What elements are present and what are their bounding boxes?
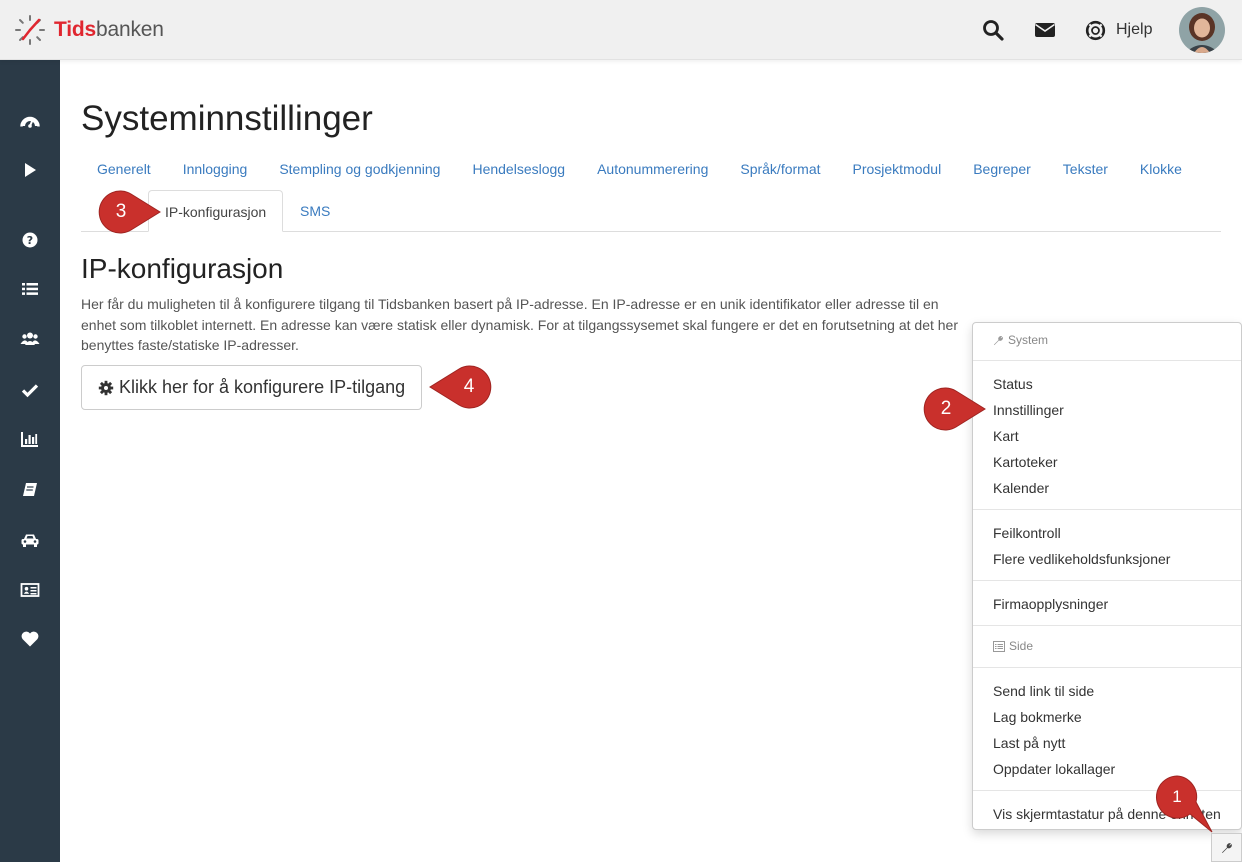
section-title: IP-konfigurasjon [81,253,284,284]
annotation-pin-4: 4 [420,364,492,410]
system-dropdown-menu: System Status Innstillinger Kart Kartote… [972,322,1242,830]
annotation-pin-2: 2 [923,386,995,432]
heart-icon[interactable] [20,629,40,649]
id-card-icon[interactable] [20,580,40,600]
menu-item-kalender[interactable]: Kalender [993,480,1049,496]
menu-item-vedlikeholdsfunksjoner[interactable]: Flere vedlikeholdsfunksjoner [993,551,1170,567]
menu-item-kart[interactable]: Kart [993,428,1019,444]
help-link[interactable]: Hjelp [1085,18,1152,42]
envelope-icon[interactable] [1033,18,1057,42]
avatar-image [1179,7,1225,53]
configure-button-label: Klikk her for å konfigurere IP-tilgang [119,377,406,397]
dropdown-header-system: System [993,333,1048,347]
annotation-pin-1: 1 [1154,774,1218,838]
dashboard-icon[interactable] [20,112,40,132]
book-icon[interactable] [20,480,40,500]
menu-item-lag-bokmerke[interactable]: Lag bokmerke [993,709,1082,725]
tab-sms[interactable]: SMS [284,190,346,219]
logo-text: Tidsbanken [54,18,164,41]
sidebar: ? [0,60,60,862]
menu-item-oppdater-lokallager[interactable]: Oppdater lokallager [993,761,1115,777]
help-icon[interactable]: ? [20,230,40,250]
section-description: Her får du muligheten til å konfigurere … [81,296,958,353]
dropdown-header-side: Side [993,639,1033,653]
tab-tekster[interactable]: Tekster [1047,150,1124,188]
gear-icon [98,380,114,395]
play-icon[interactable] [20,160,40,180]
menu-item-feilkontroll[interactable]: Feilkontroll [993,525,1061,541]
tab-begreper[interactable]: Begreper [957,150,1047,188]
menu-item-kartoteker[interactable]: Kartoteker [993,454,1058,470]
svg-text:?: ? [27,234,33,247]
tab-sprak-format[interactable]: Språk/format [724,150,836,188]
tab-hendelseslogg[interactable]: Hendelseslogg [456,150,581,188]
tab-klokke[interactable]: Klokke [1124,150,1198,188]
settings-tabs: Generelt Innlogging Stempling og godkjen… [81,150,1198,188]
tab-autonummerering[interactable]: Autonummerering [581,150,724,188]
page-title: Systeminnstillinger [81,99,373,138]
wrench-icon [1221,842,1232,853]
tidsbanken-logo[interactable]: Tidsbanken [14,13,164,47]
dropdown-divider [973,580,1241,581]
check-icon[interactable] [20,380,40,400]
help-label: Hjelp [1116,21,1153,38]
tab-prosjektmodul[interactable]: Prosjektmodul [837,150,958,188]
dropdown-divider [973,360,1241,361]
search-icon[interactable] [981,18,1005,42]
user-avatar[interactable] [1179,7,1225,53]
car-icon[interactable] [20,530,40,550]
users-icon[interactable] [20,329,40,349]
dropdown-divider [973,667,1241,668]
tab-innlogging[interactable]: Innlogging [167,150,264,188]
configure-ip-access-button[interactable]: Klikk her for å konfigurere IP-tilgang [81,365,422,410]
clock-logo-icon [15,15,45,45]
menu-item-send-link[interactable]: Send link til side [993,683,1094,699]
menu-item-status[interactable]: Status [993,376,1033,392]
dropdown-divider [973,509,1241,510]
annotation-pin-3: 3 [98,189,170,235]
wrench-icon [993,335,1003,345]
bar-chart-icon[interactable] [20,429,40,449]
menu-item-firmaopplysninger[interactable]: Firmaopplysninger [993,596,1108,612]
settings-tabs-row2: IP-konfigurasjon SMS [81,190,1221,232]
dropdown-divider [973,625,1241,626]
tab-stempling-og-godkjenning[interactable]: Stempling og godkjenning [263,150,456,188]
menu-item-innstillinger[interactable]: Innstillinger [993,402,1064,418]
menu-item-last-pa-nytt[interactable]: Last på nytt [993,735,1065,751]
list-alt-icon [993,640,1005,652]
lifebuoy-icon [1085,20,1106,40]
tab-generelt[interactable]: Generelt [81,150,167,188]
list-icon[interactable] [20,279,40,299]
top-bar: Tidsbanken Hjelp [0,0,1242,60]
